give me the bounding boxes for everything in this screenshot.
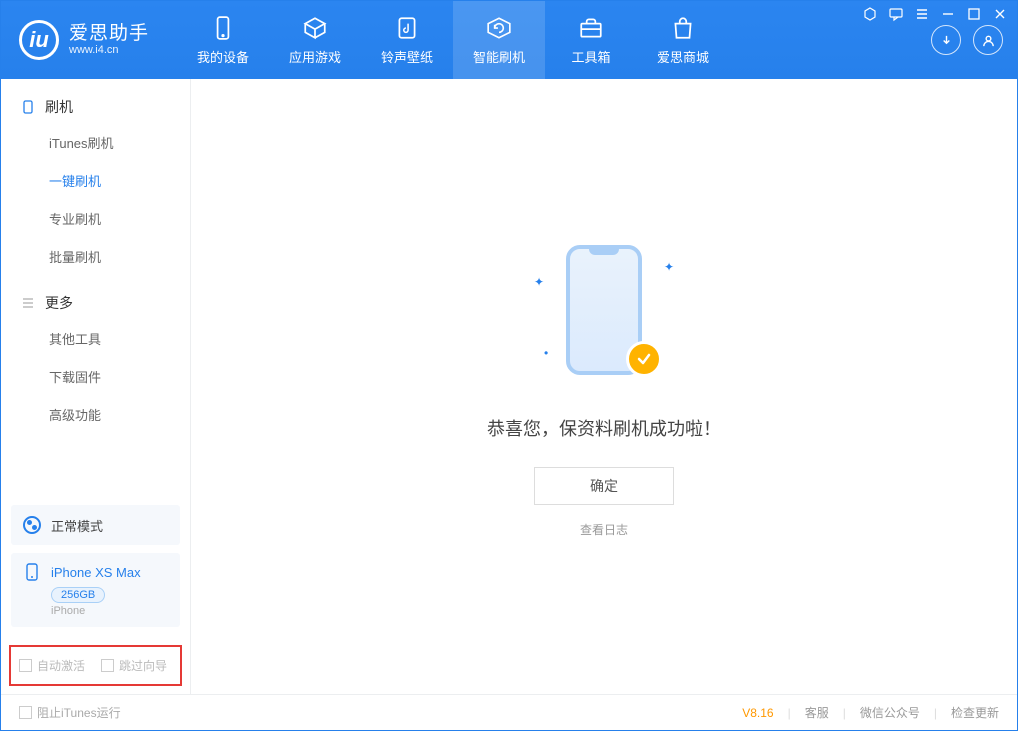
music-icon	[394, 15, 420, 41]
sparkle-icon: ✦	[534, 275, 544, 289]
sidebar-item-label: 其他工具	[49, 329, 101, 348]
view-log-link[interactable]: 查看日志	[580, 521, 628, 538]
window-controls	[862, 6, 1008, 22]
tab-toolbox[interactable]: 工具箱	[545, 1, 637, 79]
tab-apps-games[interactable]: 应用游戏	[269, 1, 361, 79]
checkbox-auto-activate[interactable]: 自动激活	[19, 657, 85, 674]
sidebar-item-pro-flash[interactable]: 专业刷机	[49, 199, 190, 237]
checkbox-icon	[19, 659, 32, 672]
support-link[interactable]: 客服	[805, 704, 829, 721]
nav-tabs: 我的设备 应用游戏 铃声壁纸 智能刷机 工具箱 爱思商城	[177, 1, 729, 79]
device-type: iPhone	[51, 605, 168, 617]
device-mode-row[interactable]: 正常模式	[11, 505, 180, 545]
brand-title: 爱思助手	[69, 24, 149, 45]
success-message: 恭喜您，保资料刷机成功啦！	[487, 415, 721, 441]
checkbox-label: 阻止iTunes运行	[37, 704, 121, 721]
tab-label: 爱思商城	[657, 47, 709, 66]
checkbox-label: 自动激活	[37, 657, 85, 674]
sidebar-item-label: 下载固件	[49, 367, 101, 386]
tab-ringtone[interactable]: 铃声壁纸	[361, 1, 453, 79]
tab-label: 工具箱	[572, 47, 611, 66]
success-illustration: ✦ ✦ •	[504, 235, 704, 395]
sidebar-item-itunes-flash[interactable]: iTunes刷机	[49, 123, 190, 161]
minimize-icon[interactable]	[940, 6, 956, 22]
list-icon	[21, 296, 35, 310]
feedback-icon[interactable]	[888, 6, 904, 22]
sidebar-item-label: 高级功能	[49, 405, 101, 424]
sidebar-item-label: 一键刷机	[49, 171, 101, 190]
mode-icon	[23, 516, 41, 534]
checkbox-skip-guide[interactable]: 跳过向导	[101, 657, 167, 674]
tab-label: 我的设备	[197, 47, 249, 66]
sidebar-item-other-tools[interactable]: 其他工具	[49, 319, 190, 357]
brand-subtitle: www.i4.cn	[69, 44, 149, 56]
sidebar-item-download-firmware[interactable]: 下载固件	[49, 357, 190, 395]
logo-icon: iu	[19, 20, 59, 60]
cube-icon	[302, 15, 328, 41]
user-button[interactable]	[973, 25, 1003, 55]
section-label: 更多	[45, 293, 73, 313]
sidebar-item-oneclick-flash[interactable]: 一键刷机	[49, 161, 190, 199]
sidebar-item-label: 专业刷机	[49, 209, 101, 228]
menu-icon[interactable]	[914, 6, 930, 22]
tab-store[interactable]: 爱思商城	[637, 1, 729, 79]
toolbox-icon	[578, 15, 604, 41]
highlight-box: 自动激活 跳过向导	[9, 645, 182, 686]
checkbox-icon	[19, 706, 32, 719]
sparkle-icon: ✦	[664, 260, 674, 274]
maximize-icon[interactable]	[966, 6, 982, 22]
sparkle-icon: •	[544, 346, 548, 360]
ok-button[interactable]: 确定	[534, 467, 674, 505]
checkbox-label: 跳过向导	[119, 657, 167, 674]
check-badge-icon	[626, 341, 662, 377]
device-row[interactable]: iPhone XS Max 256GB iPhone	[11, 553, 180, 627]
device-icon	[21, 100, 35, 114]
checkbox-icon	[101, 659, 114, 672]
sidebar-item-batch-flash[interactable]: 批量刷机	[49, 237, 190, 275]
bag-icon	[670, 15, 696, 41]
check-update-link[interactable]: 检查更新	[951, 704, 999, 721]
download-button[interactable]	[931, 25, 961, 55]
logo-area: iu 爱思助手 www.i4.cn	[1, 20, 167, 60]
theme-icon[interactable]	[862, 6, 878, 22]
tab-label: 铃声壁纸	[381, 47, 433, 66]
version-label: V8.16	[742, 706, 773, 720]
device-storage-badge: 256GB	[51, 587, 105, 603]
sidebar: 刷机 iTunes刷机 一键刷机 专业刷机 批量刷机 更多 其他工具 下载固件 …	[1, 79, 191, 694]
sidebar-section-flash: 刷机	[1, 79, 190, 123]
device-name: iPhone XS Max	[51, 565, 141, 580]
phone-icon	[23, 563, 41, 581]
tab-my-device[interactable]: 我的设备	[177, 1, 269, 79]
sidebar-item-advanced[interactable]: 高级功能	[49, 395, 190, 433]
section-label: 刷机	[45, 97, 73, 117]
wechat-link[interactable]: 微信公众号	[860, 704, 920, 721]
tab-flash[interactable]: 智能刷机	[453, 1, 545, 79]
phone-icon	[210, 15, 236, 41]
tab-label: 应用游戏	[289, 47, 341, 66]
main-content: ✦ ✦ • 恭喜您，保资料刷机成功啦！ 确定 查看日志	[191, 79, 1017, 694]
sidebar-section-more: 更多	[1, 275, 190, 319]
tab-label: 智能刷机	[473, 47, 525, 66]
sidebar-item-label: iTunes刷机	[49, 133, 114, 152]
refresh-icon	[486, 15, 512, 41]
sidebar-item-label: 批量刷机	[49, 247, 101, 266]
footer: 阻止iTunes运行 V8.16 | 客服 | 微信公众号 | 检查更新	[1, 694, 1017, 730]
checkbox-block-itunes[interactable]: 阻止iTunes运行	[19, 704, 121, 721]
device-mode-label: 正常模式	[51, 516, 103, 535]
close-icon[interactable]	[992, 6, 1008, 22]
